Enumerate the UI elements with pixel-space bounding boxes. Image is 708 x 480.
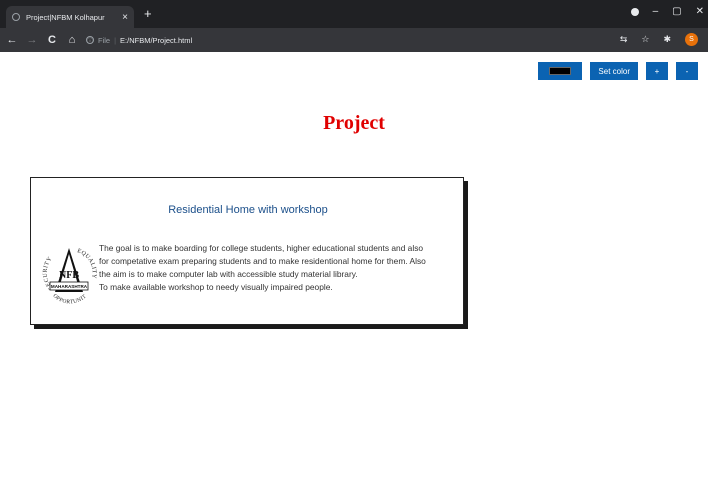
toolbar-actions: ⇆ ☆ ✱ S [620,33,698,46]
color-swatch [549,67,572,75]
page-title: Project [323,112,385,134]
color-picker-button[interactable] [538,62,583,80]
increase-font-button[interactable]: + [646,62,668,80]
reload-icon[interactable]: C [44,34,60,46]
forward-icon[interactable]: → [24,34,40,46]
svg-text:EQUALITY: EQUALITY [76,248,97,279]
set-color-button[interactable]: Set color [590,62,638,80]
info-icon[interactable]: ⓘ [86,36,94,45]
new-tab-button[interactable]: + [144,7,152,21]
logo-center: NFB [59,270,79,281]
home-icon[interactable]: ⌂ [64,34,80,46]
maximize-icon[interactable]: ▢ [672,6,681,17]
logo-ring-right: EQUALITY [76,248,96,279]
browser-tab-strip: Project|NFBM Kolhapur × + – ▢ ✕ [0,0,708,28]
profile-avatar[interactable]: S [685,33,698,46]
translate-icon[interactable]: ⇆ [620,34,628,45]
address-bar[interactable]: ⓘ File | E:/NFBM/Project.html [86,31,606,49]
file-label: File [98,35,111,45]
decrease-font-button[interactable]: - [676,62,698,80]
card-body-line: The goal is to make boarding for college… [99,243,424,253]
globe-icon [12,13,20,21]
close-tab-icon[interactable]: × [122,12,128,23]
nfb-maharashtra-logo-icon: SECURITY EQUALITY NFB MAHARASHTRA OPPORT… [41,230,97,305]
tab-search-icon[interactable] [630,7,639,16]
browser-toolbar: ← → C ⌂ ⓘ File | E:/NFBM/Project.html ⇆ … [0,28,708,52]
window-controls: – ▢ ✕ [630,6,704,17]
window-close-icon[interactable]: ✕ [696,6,704,17]
logo-banner: MAHARASHTRA [51,284,88,289]
address-separator: | [114,35,117,45]
minimize-icon[interactable]: – [653,6,659,17]
card-heading: Residential Home with workshop [168,204,328,216]
card-body-line: To make available workshop to needy visu… [99,282,333,292]
card-body: The goal is to make boarding for college… [99,242,455,294]
card-body-line: for competative exam preparing students … [99,256,426,266]
back-icon[interactable]: ← [4,34,20,46]
card-body-line: the aim is to make computer lab with acc… [99,269,358,279]
bookmark-star-icon[interactable]: ☆ [641,34,649,45]
browser-tab[interactable]: Project|NFBM Kolhapur × [6,6,134,28]
page-controls: Set color + - [538,62,698,80]
project-card: Residential Home with workshop SECURITY … [30,177,464,325]
url-text[interactable]: E:/NFBM/Project.html [120,36,192,45]
extensions-puzzle-icon[interactable]: ✱ [663,34,671,45]
tab-title: Project|NFBM Kolhapur [26,12,105,22]
